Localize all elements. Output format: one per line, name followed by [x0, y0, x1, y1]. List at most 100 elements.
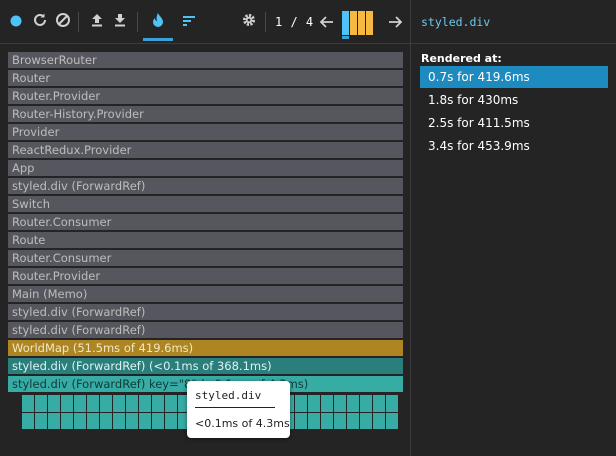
flame-child-node[interactable]: [165, 395, 177, 412]
flame-grandchild-node[interactable]: [308, 413, 320, 429]
flame-child-node[interactable]: [334, 395, 346, 412]
commit-bar[interactable]: [366, 11, 373, 35]
flame-grandchild-node[interactable]: [100, 413, 112, 429]
render-commit-item[interactable]: 3.4s for 453.9ms: [420, 135, 608, 157]
flame-grandchild-node[interactable]: [152, 413, 164, 429]
flame-child-node[interactable]: [152, 395, 164, 412]
active-tab-indicator: [143, 38, 173, 41]
flame-node[interactable]: styled.div (ForwardRef): [8, 322, 403, 338]
next-arrow-icon: [388, 13, 403, 32]
flame-node[interactable]: styled.div (ForwardRef): [8, 304, 403, 320]
previous-commit-button[interactable]: [315, 8, 339, 36]
flame-child-node[interactable]: [373, 395, 385, 412]
ranked-icon: [181, 13, 197, 32]
commit-bar[interactable]: [358, 11, 365, 35]
tooltip-duration: <0.1ms of 4.3ms: [195, 417, 290, 430]
commit-bar[interactable]: [350, 11, 357, 35]
flame-child-node[interactable]: [87, 395, 99, 412]
node-tooltip: styled.div <0.1ms of 4.3ms: [187, 381, 290, 438]
commit-selector[interactable]: [342, 8, 376, 40]
settings-button[interactable]: [237, 8, 261, 36]
prev-arrow-icon: [319, 13, 334, 32]
flame-grandchild-node[interactable]: [113, 413, 125, 429]
flame-grandchild-node[interactable]: [22, 413, 34, 429]
next-commit-button[interactable]: [383, 8, 407, 36]
toolbar-separator: [265, 12, 266, 32]
tooltip-divider: [195, 407, 275, 408]
flame-node[interactable]: Router.Provider: [8, 88, 403, 104]
flame-node[interactable]: BrowserRouter: [8, 52, 403, 68]
flame-grandchild-node[interactable]: [295, 413, 307, 429]
flame-node[interactable]: styled.div (ForwardRef) (<0.1ms of 368.1…: [8, 358, 403, 374]
tab-flamegraph[interactable]: [146, 8, 170, 36]
flame-node[interactable]: Provider: [8, 124, 403, 140]
flame-child-node[interactable]: [321, 395, 333, 412]
flame-node[interactable]: Router.Consumer: [8, 214, 403, 230]
flame-child-node[interactable]: [386, 395, 398, 412]
flame-grandchild-node[interactable]: [35, 413, 47, 429]
download-icon: [112, 12, 128, 32]
flame-child-node[interactable]: [126, 395, 138, 412]
flame-child-node[interactable]: [100, 395, 112, 412]
flame-node[interactable]: Main (Memo): [8, 286, 403, 302]
flame-icon: [151, 12, 165, 32]
flame-child-node[interactable]: [360, 395, 372, 412]
flame-grandchild-node[interactable]: [360, 413, 372, 429]
flame-grandchild-node[interactable]: [386, 413, 398, 429]
flame-child-node[interactable]: [22, 395, 34, 412]
commit-bar[interactable]: [342, 11, 349, 35]
render-commit-item[interactable]: 1.8s for 430ms: [420, 89, 608, 111]
record-icon: [9, 13, 23, 32]
render-commit-item[interactable]: 0.7s for 419.6ms: [420, 66, 608, 88]
flame-child-node[interactable]: [347, 395, 359, 412]
flame-grandchild-node[interactable]: [87, 413, 99, 429]
flame-node[interactable]: ReactRedux.Provider: [8, 142, 403, 158]
record-button[interactable]: [4, 8, 28, 36]
flame-child-node[interactable]: [74, 395, 86, 412]
gear-icon: [241, 12, 257, 32]
rendered-at-label: Rendered at:: [421, 52, 502, 65]
flame-node[interactable]: WorldMap (51.5ms of 419.6ms): [8, 340, 403, 356]
flame-grandchild-node[interactable]: [139, 413, 151, 429]
flame-node[interactable]: Switch: [8, 196, 403, 212]
flame-child-node[interactable]: [139, 395, 151, 412]
tooltip-title: styled.div: [195, 389, 262, 402]
flame-child-node[interactable]: [295, 395, 307, 412]
flame-grandchild-node[interactable]: [373, 413, 385, 429]
selected-commit-indicator: [342, 36, 349, 39]
profiler-toolbar: 1 / 4: [0, 0, 410, 44]
tab-ranked[interactable]: [177, 8, 201, 36]
flame-grandchild-node[interactable]: [48, 413, 60, 429]
flame-grandchild-node[interactable]: [74, 413, 86, 429]
upload-icon: [89, 12, 105, 32]
flame-node[interactable]: Router.Provider: [8, 268, 403, 284]
clear-profiling-button[interactable]: [51, 8, 75, 36]
flame-grandchild-node[interactable]: [347, 413, 359, 429]
flame-child-node[interactable]: [61, 395, 73, 412]
render-commit-item[interactable]: 2.5s for 411.5ms: [420, 112, 608, 134]
flame-node[interactable]: Route: [8, 232, 403, 248]
flame-grandchild-node[interactable]: [126, 413, 138, 429]
flame-grandchild-node[interactable]: [165, 413, 177, 429]
toolbar-separator: [137, 12, 138, 32]
flame-child-node[interactable]: [48, 395, 60, 412]
flame-grandchild-node[interactable]: [321, 413, 333, 429]
commit-counter: 1 / 4: [275, 15, 314, 29]
flame-grandchild-node[interactable]: [334, 413, 346, 429]
selected-component-header: styled.div: [411, 0, 616, 44]
flame-grandchild-node[interactable]: [61, 413, 73, 429]
flame-node[interactable]: Router-History.Provider: [8, 106, 403, 122]
clear-icon: [55, 12, 71, 32]
flame-node[interactable]: Router.Consumer: [8, 250, 403, 266]
reload-and-profile-button[interactable]: [28, 8, 52, 36]
panel-divider: [410, 0, 411, 456]
flame-child-node[interactable]: [308, 395, 320, 412]
flame-node[interactable]: styled.div (ForwardRef): [8, 178, 403, 194]
profiler-app: 1 / 4 BrowserRouter Router Router.Provider…: [0, 0, 616, 456]
flame-node[interactable]: App: [8, 160, 403, 176]
flame-child-node[interactable]: [35, 395, 47, 412]
flame-node[interactable]: Router: [8, 70, 403, 86]
flame-child-node[interactable]: [113, 395, 125, 412]
save-profile-button[interactable]: [108, 8, 132, 36]
load-profile-button[interactable]: [85, 8, 109, 36]
